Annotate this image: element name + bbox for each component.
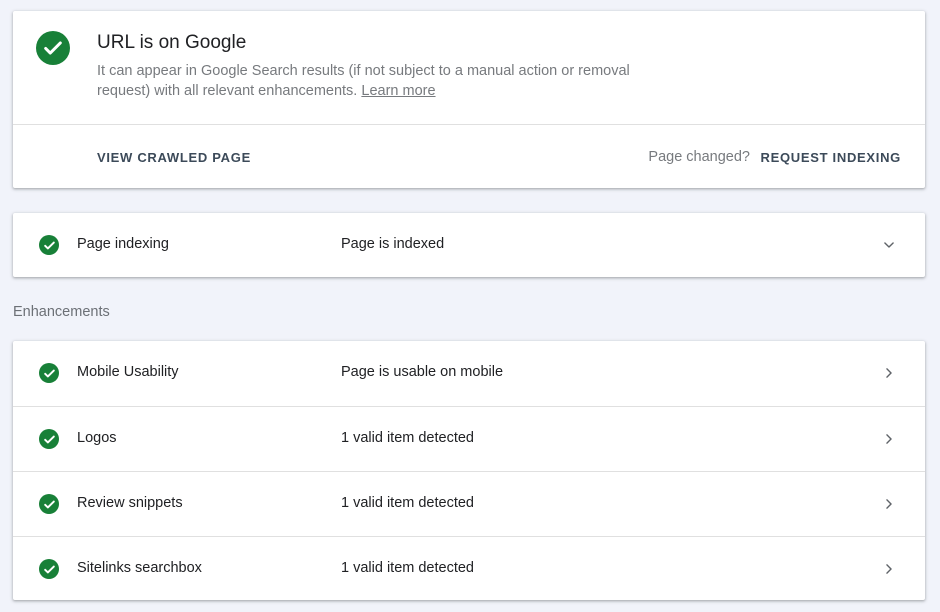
status-description: It can appear in Google Search results (… [97,61,677,101]
view-crawled-page-button[interactable]: VIEW CRAWLED PAGE [97,150,251,165]
row-value: 1 valid item detected [341,430,474,446]
chevron-right-icon[interactable] [879,363,899,383]
enhancement-row-mobile-usability[interactable]: Mobile Usability Page is usable on mobil… [13,341,925,405]
status-title: URL is on Google [97,32,247,53]
check-circle-icon [36,31,70,65]
check-circle-icon [39,559,59,579]
url-status-card: URL is on Google It can appear in Google… [13,11,925,188]
page-indexing-card: Page indexing Page is indexed [13,213,925,277]
row-value: 1 valid item detected [341,560,474,576]
row-label: Review snippets [77,495,183,511]
check-circle-icon [39,494,59,514]
row-label: Logos [77,430,117,446]
row-value: Page is usable on mobile [341,364,504,380]
row-label: Mobile Usability [77,364,179,380]
chevron-right-icon[interactable] [879,429,899,449]
divider [13,124,925,125]
check-circle-icon [39,429,59,449]
request-indexing-button[interactable]: REQUEST INDEXING [761,150,902,165]
chevron-down-icon[interactable] [879,235,899,255]
enhancement-row-review-snippets[interactable]: Review snippets 1 valid item detected [13,471,925,535]
row-label: Sitelinks searchbox [77,560,202,576]
chevron-right-icon[interactable] [879,494,899,514]
enhancements-heading: Enhancements [13,304,110,320]
row-value: 1 valid item detected [341,495,474,511]
enhancements-card: Mobile Usability Page is usable on mobil… [13,341,925,600]
check-circle-icon [39,235,59,255]
chevron-right-icon[interactable] [879,559,899,579]
page-indexing-row[interactable]: Page indexing Page is indexed [13,213,925,277]
enhancement-row-logos[interactable]: Logos 1 valid item detected [13,406,925,470]
page-changed-text: Page changed? [648,149,750,165]
row-label: Page indexing [77,236,169,252]
learn-more-link[interactable]: Learn more [361,83,435,99]
row-value: Page is indexed [341,236,445,252]
enhancement-row-sitelinks-searchbox[interactable]: Sitelinks searchbox 1 valid item detecte… [13,536,925,600]
check-circle-icon [39,363,59,383]
